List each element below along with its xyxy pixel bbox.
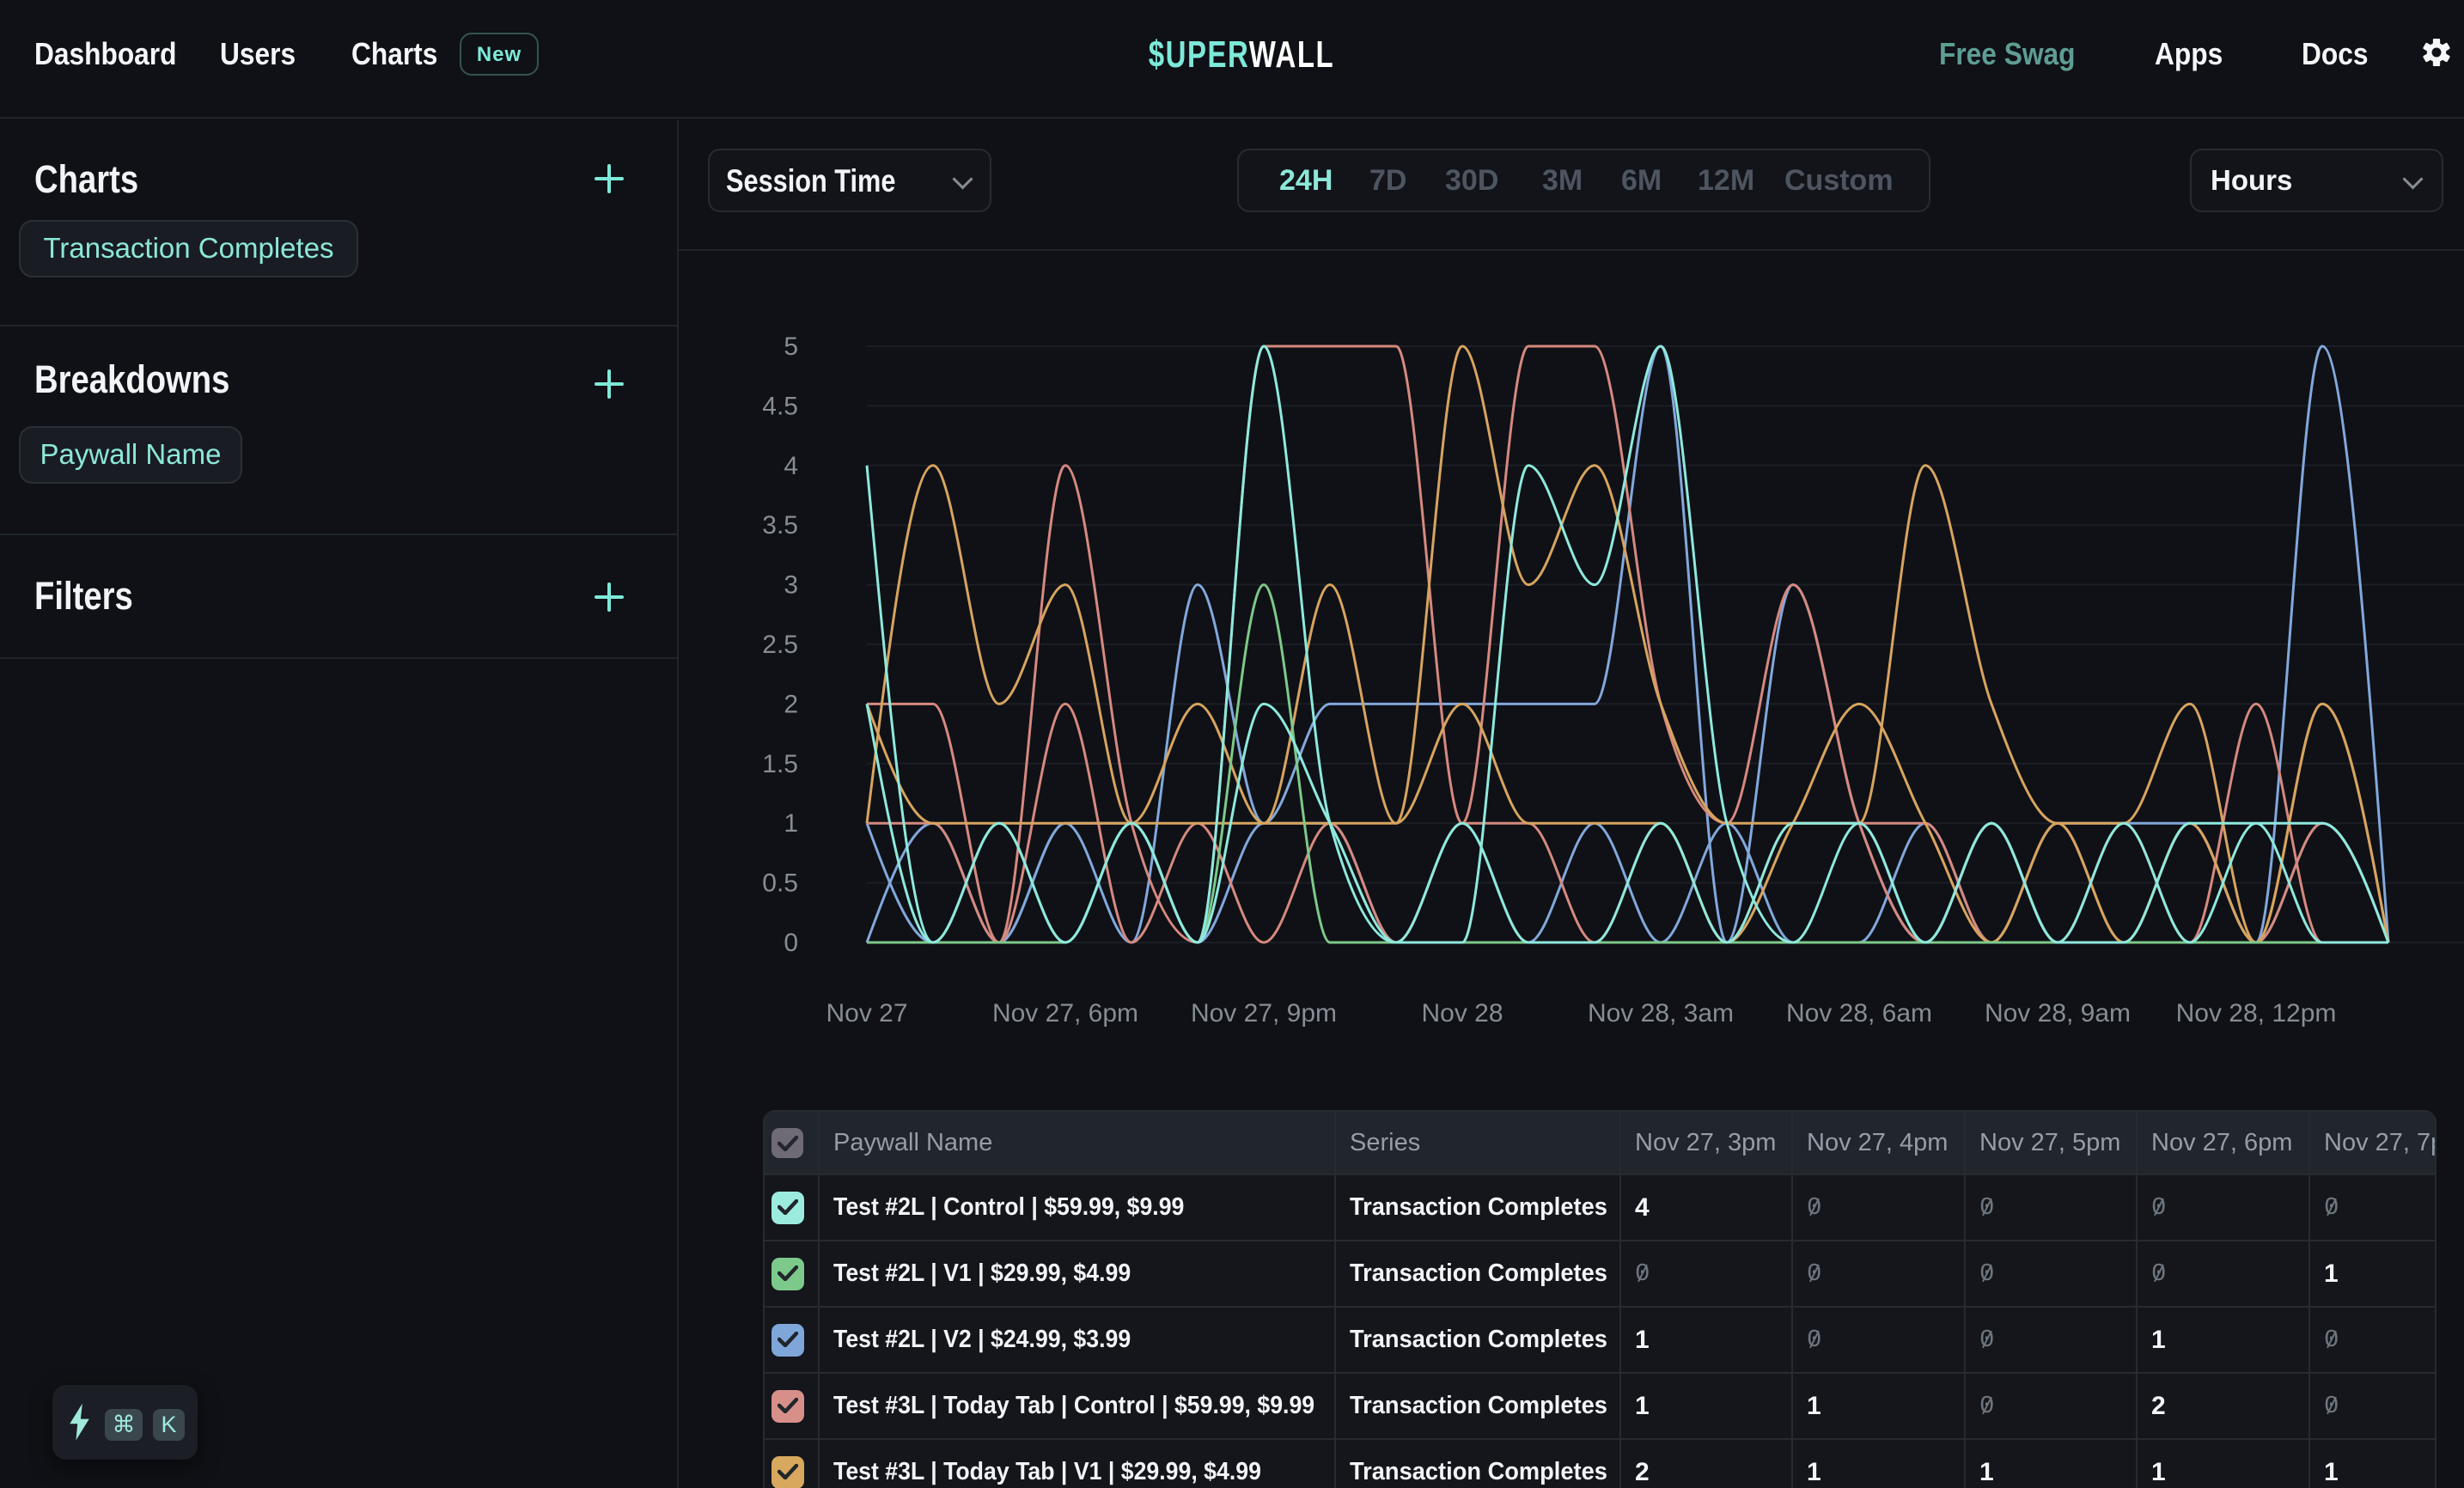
svg-text:Nov 28, 6am: Nov 28, 6am <box>1786 999 1932 1028</box>
svg-text:Nov 28, 3am: Nov 28, 3am <box>1588 999 1734 1028</box>
svg-text:0: 0 <box>784 929 798 957</box>
svg-text:Nov 28: Nov 28 <box>1421 999 1503 1028</box>
svg-text:3: 3 <box>784 571 798 600</box>
svg-text:Nov 27: Nov 27 <box>826 999 907 1028</box>
svg-text:Nov 27, 9pm: Nov 27, 9pm <box>1191 999 1337 1028</box>
svg-text:Nov 28, 9am: Nov 28, 9am <box>1985 999 2131 1028</box>
svg-text:Nov 27, 6pm: Nov 27, 6pm <box>992 999 1138 1028</box>
svg-text:0.5: 0.5 <box>762 869 798 898</box>
svg-text:4.5: 4.5 <box>762 392 798 420</box>
svg-text:2.5: 2.5 <box>762 631 798 659</box>
svg-text:2: 2 <box>784 690 798 718</box>
svg-text:Nov 28, 12pm: Nov 28, 12pm <box>2176 999 2337 1028</box>
svg-text:4: 4 <box>784 452 798 480</box>
svg-text:1.5: 1.5 <box>762 750 798 778</box>
svg-text:5: 5 <box>784 332 798 361</box>
svg-text:1: 1 <box>784 809 798 838</box>
svg-text:3.5: 3.5 <box>762 511 798 540</box>
